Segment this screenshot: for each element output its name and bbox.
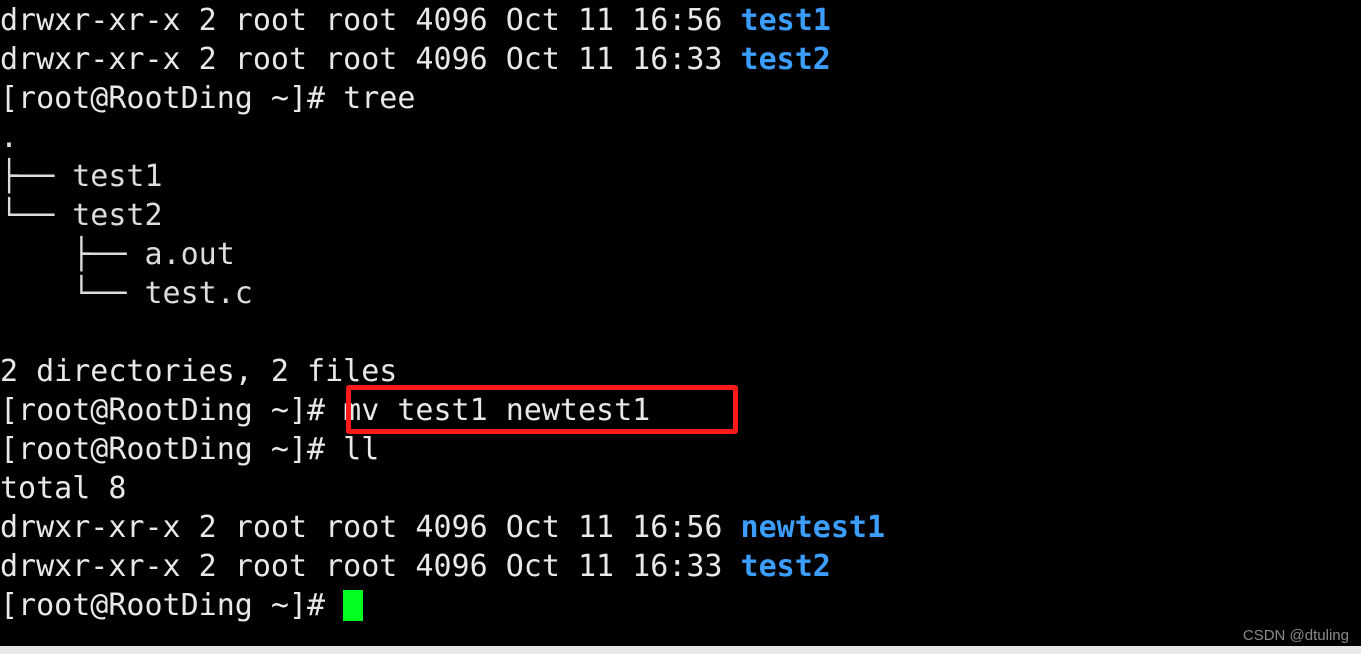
terminal-text-segment: total 8	[0, 471, 127, 506]
terminal-text-segment: 2 directories, 2 files	[0, 354, 398, 389]
terminal-line-ls-test1: drwxr-xr-x 2 root root 4096 Oct 11 16:56…	[0, 0, 1361, 40]
terminal-line-prompt-ll: [root@RootDing ~]# ll	[0, 430, 1361, 469]
watermark-label: CSDN @dtuling	[1242, 627, 1349, 644]
terminal-window[interactable]: drwxr-xr-x 2 root root 4096 Oct 11 16:56…	[0, 0, 1361, 646]
terminal-line-tree-summary: 2 directories, 2 files	[0, 352, 1361, 391]
terminal-cursor[interactable]	[343, 590, 364, 621]
terminal-text-segment: └── test.c	[0, 276, 253, 311]
terminal-line-ls-newtest1: drwxr-xr-x 2 root root 4096 Oct 11 16:56…	[0, 508, 1361, 547]
terminal-line-ls-test2: drwxr-xr-x 2 root root 4096 Oct 11 16:33…	[0, 40, 1361, 79]
terminal-text-segment: test2	[740, 549, 831, 584]
terminal-line-tree-root: .	[0, 118, 1361, 157]
terminal-text-segment: newtest1	[740, 510, 886, 545]
terminal-line-blank-1	[0, 313, 1361, 352]
terminal-text-segment: [root@RootDing ~]# mv test1 newtest1	[0, 393, 651, 428]
bottom-strip	[0, 646, 1361, 654]
terminal-line-tree-test2: └── test2	[0, 196, 1361, 235]
terminal-text-segment: .	[0, 120, 19, 155]
terminal-text-segment: test1	[740, 3, 831, 38]
terminal-line-ls-test2-after: drwxr-xr-x 2 root root 4096 Oct 11 16:33…	[0, 547, 1361, 586]
terminal-text-segment: [root@RootDing ~]#	[0, 588, 344, 623]
terminal-screenshot: drwxr-xr-x 2 root root 4096 Oct 11 16:56…	[0, 0, 1361, 654]
terminal-text-segment: [root@RootDing ~]# tree	[0, 81, 416, 116]
terminal-line-ll-total: total 8	[0, 469, 1361, 508]
terminal-text-segment: drwxr-xr-x 2 root root 4096 Oct 11 16:56	[0, 3, 741, 38]
terminal-text-segment: [root@RootDing ~]# ll	[0, 432, 380, 467]
terminal-text-segment: drwxr-xr-x 2 root root 4096 Oct 11 16:56	[0, 510, 741, 545]
terminal-output: drwxr-xr-x 2 root root 4096 Oct 11 16:56…	[0, 0, 1361, 625]
terminal-text-segment: drwxr-xr-x 2 root root 4096 Oct 11 16:33	[0, 42, 741, 77]
terminal-text-segment: ├── test1	[0, 159, 163, 194]
terminal-line-prompt-cursor: [root@RootDing ~]#	[0, 586, 1361, 625]
terminal-text-segment: test2	[740, 42, 831, 77]
terminal-line-prompt-tree: [root@RootDing ~]# tree	[0, 79, 1361, 118]
terminal-line-prompt-mv: [root@RootDing ~]# mv test1 newtest1	[0, 391, 1361, 430]
terminal-text-segment: ├── a.out	[0, 237, 235, 272]
terminal-line-tree-test1: ├── test1	[0, 157, 1361, 196]
terminal-text-segment: └── test2	[0, 198, 163, 233]
terminal-text-segment: drwxr-xr-x 2 root root 4096 Oct 11 16:33	[0, 549, 741, 584]
terminal-line-tree-aout: ├── a.out	[0, 235, 1361, 274]
terminal-line-tree-testc: └── test.c	[0, 274, 1361, 313]
